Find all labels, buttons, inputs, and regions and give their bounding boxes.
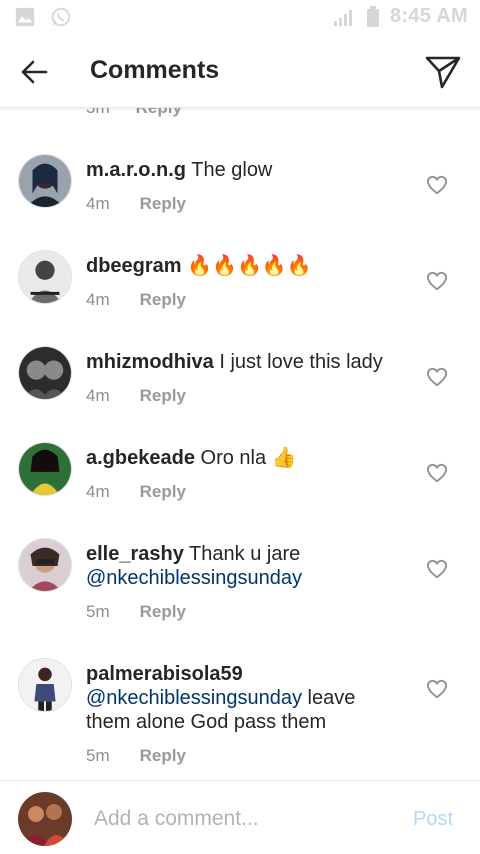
comment-meta: 5m Reply [86, 602, 186, 622]
comment-time: 4m [86, 290, 110, 309]
comment-username[interactable]: elle_rashy [86, 543, 184, 565]
avatar[interactable] [18, 442, 72, 496]
heart-icon[interactable] [426, 175, 448, 195]
comment-meta: 4m Reply [86, 194, 186, 214]
comment-username[interactable]: m.a.r.o.n.g [86, 159, 186, 181]
reply-button[interactable]: Reply [140, 602, 186, 621]
heart-icon[interactable] [426, 367, 448, 387]
comment-username[interactable]: dbeegram [86, 255, 182, 277]
avatar[interactable] [18, 658, 72, 712]
heart-icon[interactable] [426, 271, 448, 291]
comment-text: a.gbekeade Oro nla 👍 [86, 447, 297, 469]
battery-icon [366, 5, 379, 27]
reply-button[interactable]: Reply [136, 108, 182, 117]
comment-list[interactable]: 3m Reply m.a.r.o.n.g The glow 4m Reply dbe… [0, 108, 480, 780]
avatar [18, 792, 72, 846]
status-bar: 8:45 AM [0, 0, 480, 36]
comment-meta: 4m Reply [86, 290, 186, 310]
heart-icon[interactable] [426, 559, 448, 579]
gallery-icon [15, 7, 35, 27]
comment-text: elle_rashy Thank u jare @nkechiblessingsu… [86, 543, 302, 589]
reply-button[interactable]: Reply [140, 746, 186, 765]
comment-time: 5m [86, 602, 110, 621]
status-time: 8:45 AM [389, 5, 468, 27]
add-comment-input[interactable] [94, 803, 384, 835]
comment-text: mhizmodhiva I just love this lady [86, 351, 383, 373]
comment-time: 5m [86, 746, 110, 765]
page-title: Comments [90, 56, 220, 84]
avatar[interactable] [18, 538, 72, 592]
comment-username[interactable]: palmerabisola59 [86, 663, 243, 685]
comment-meta: 5m Reply [86, 746, 186, 766]
avatar[interactable] [18, 154, 72, 208]
comment-text: dbeegram 🔥🔥🔥🔥🔥 [86, 255, 312, 277]
comment-text: m.a.r.o.n.g The glow [86, 159, 273, 181]
signal-icon [333, 9, 352, 26]
whatsapp-icon [51, 7, 71, 27]
heart-icon[interactable] [426, 463, 448, 483]
comment-username[interactable]: a.gbekeade [86, 447, 195, 469]
comment-time: 3m [86, 108, 110, 117]
post-button[interactable]: Post [413, 808, 453, 831]
avatar[interactable] [18, 250, 72, 304]
comment-time: 4m [86, 194, 110, 213]
comment-text: palmerabisola59 @nkechiblessingsunday lea… [86, 663, 356, 733]
comment-username[interactable]: mhizmodhiva [86, 351, 214, 373]
paper-plane-icon[interactable] [424, 54, 462, 90]
comment-meta: 4m Reply [86, 482, 186, 502]
reply-button[interactable]: Reply [140, 386, 186, 405]
avatar[interactable] [18, 346, 72, 400]
reply-button[interactable]: Reply [140, 290, 186, 309]
reply-button[interactable]: Reply [140, 194, 186, 213]
partial-comment-meta: 3m Reply [86, 108, 182, 118]
heart-icon[interactable] [426, 679, 448, 699]
comment-composer: Post [0, 780, 480, 854]
top-app-bar: Comments [0, 36, 480, 108]
comment-time: 4m [86, 386, 110, 405]
mention-link[interactable]: @nkechiblessingsunday [86, 687, 302, 709]
comment-time: 4m [86, 482, 110, 501]
arrow-left-icon[interactable] [18, 56, 50, 88]
comment-meta: 4m Reply [86, 386, 186, 406]
reply-button[interactable]: Reply [140, 482, 186, 501]
mention-link[interactable]: @nkechiblessingsunday [86, 567, 302, 589]
